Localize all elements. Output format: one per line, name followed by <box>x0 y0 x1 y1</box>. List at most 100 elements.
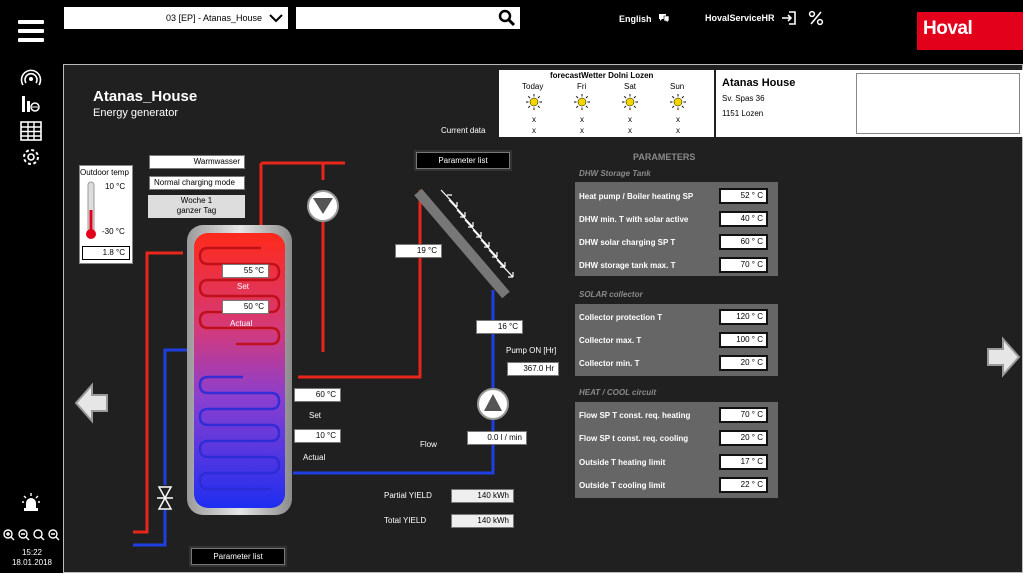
valve-icon <box>157 486 173 510</box>
address-city: 1151 Lozen <box>722 109 764 118</box>
page-subtitle: Energy generator <box>93 107 178 119</box>
param-label: Collector min. T <box>579 359 640 368</box>
flow-value: 0.0 l / min <box>467 431 527 445</box>
pump-on-value: 367.0 Hr <box>507 362 559 376</box>
page-title: Atanas_House <box>93 88 198 105</box>
tank-top-set-label: Set <box>237 282 250 291</box>
user-name: HovalServiceHR <box>705 13 775 23</box>
search-icon[interactable] <box>498 9 516 27</box>
language-label: English <box>619 14 652 24</box>
parameter-list-button[interactable]: Parameter list <box>416 152 510 169</box>
param-value[interactable]: 70 ° C <box>719 257 768 273</box>
section-title: HEAT / COOL circuit <box>579 388 657 397</box>
sun-icon <box>526 94 542 110</box>
tank-top-actual-label: Actual <box>230 319 253 328</box>
param-value[interactable]: 20 ° C <box>719 355 768 371</box>
clock: 15:22 18.01.2018 <box>12 548 52 568</box>
pump-on-label: Pump ON [Hr] <box>506 346 557 355</box>
param-value[interactable]: 52 ° C <box>719 188 768 204</box>
param-value[interactable]: 100 ° C <box>719 332 768 348</box>
forecast-title: forecastWetter Dolni Lozen <box>550 71 654 80</box>
flow-label: Flow <box>420 440 437 449</box>
gear-icon[interactable] <box>20 147 42 167</box>
zoom-controls[interactable] <box>2 528 62 542</box>
param-value[interactable]: 120 ° C <box>719 309 768 325</box>
return-temp-value: 16 °C <box>476 320 523 334</box>
sun-icon <box>622 94 638 110</box>
clock-date: 18.01.2018 <box>11 558 53 567</box>
search-box <box>296 7 520 29</box>
logout-icon[interactable] <box>781 10 797 26</box>
param-label: Heat pump / Boiler heating SP <box>579 192 694 201</box>
forecast-value: x <box>532 115 536 124</box>
tank-bottom-actual-value: 10 °C <box>294 429 341 443</box>
param-value[interactable]: 60 ° C <box>719 234 768 250</box>
forecast-day: Fri <box>577 82 587 91</box>
section-title: SOLAR collector <box>579 290 643 299</box>
forecast-value: x <box>532 126 536 135</box>
partial-yield-value: 140 kWh <box>451 489 514 503</box>
zoom-fit-icon <box>48 529 60 541</box>
previous-arrow-icon[interactable] <box>74 382 110 424</box>
param-label: DHW min. T with solar active <box>579 215 689 224</box>
sun-icon <box>670 94 686 110</box>
forecast-value: x <box>580 126 584 135</box>
user-info: HovalServiceHR <box>705 13 775 23</box>
building-chart-icon[interactable] <box>20 94 42 114</box>
param-label: Flow SP t const. req. cooling <box>579 434 689 443</box>
menu-icon[interactable] <box>18 20 44 42</box>
param-label: Outside T cooling limit <box>579 481 666 490</box>
pump-heating <box>307 190 339 222</box>
current-data-label: Current data <box>441 126 486 135</box>
next-arrow-icon[interactable] <box>985 336 1021 378</box>
param-value[interactable]: 17 ° C <box>719 454 768 470</box>
tank-top-set-value: 55 °C <box>222 264 269 278</box>
search-input[interactable] <box>300 7 494 29</box>
forecast-value: x <box>676 115 680 124</box>
param-label: DHW storage tank max. T <box>579 261 676 270</box>
speech-bubble-icon <box>659 14 670 24</box>
tank-bottom-set-label: Set <box>309 411 322 420</box>
notes-area[interactable] <box>856 73 1020 134</box>
param-value[interactable]: 22 ° C <box>719 477 768 493</box>
percent-icon[interactable] <box>808 10 824 26</box>
sun-icon <box>574 94 590 110</box>
signal-icon[interactable] <box>20 68 42 88</box>
tank-bottom-actual-label: Actual <box>303 453 326 462</box>
forecast-day: Today <box>522 82 544 91</box>
plant-select[interactable]: 03 [EP] - Atanas_House <box>64 7 288 29</box>
forecast-value: x <box>628 126 632 135</box>
param-value[interactable]: 40 ° C <box>719 211 768 227</box>
param-group-solar: Collector protection T 120 ° C Collector… <box>575 304 778 376</box>
forecast-value: x <box>580 115 584 124</box>
param-value[interactable]: 70 ° C <box>719 407 768 423</box>
solar-collector <box>414 188 514 299</box>
clock-time: 15:22 <box>21 548 43 557</box>
hoval-logo: Hoval <box>917 12 1023 50</box>
partial-yield-label: Partial YIELD <box>384 491 432 500</box>
total-yield-value: 140 kWh <box>451 514 514 528</box>
zoom-out-icon <box>18 529 30 541</box>
zoom-in-icon <box>3 529 15 541</box>
hydraulic-diagram <box>133 161 514 547</box>
forecast-value: x <box>676 126 680 135</box>
table-icon[interactable] <box>20 121 42 141</box>
collector-temp-value: 19 °C <box>395 244 442 258</box>
param-label: Collector protection T <box>579 313 663 322</box>
zoom-reset-icon <box>33 529 45 541</box>
weather-forecast: forecastWetter Dolni Lozen Today Fri Sat… <box>499 70 714 137</box>
forecast-day: Sun <box>670 82 685 91</box>
address-street: Sv. Spas 36 <box>722 94 765 103</box>
pump-solar <box>477 388 509 420</box>
param-group-dhw: Heat pump / Boiler heating SP 52 ° C DHW… <box>575 182 778 276</box>
tank-bottom-set-value: 60 °C <box>294 388 341 402</box>
alarm-icon[interactable] <box>21 492 41 512</box>
parameter-list-button[interactable]: Parameter list <box>191 548 285 565</box>
chevron-down-icon <box>269 14 283 23</box>
param-value[interactable]: 20 ° C <box>719 430 768 446</box>
parameters-title: PARAMETERS <box>633 152 696 162</box>
param-label: Flow SP T const. req. heating <box>579 411 691 420</box>
param-label: DHW solar charging SP T <box>579 238 676 247</box>
total-yield-label: Total YIELD <box>384 516 427 525</box>
language-selector[interactable]: English <box>619 13 670 24</box>
